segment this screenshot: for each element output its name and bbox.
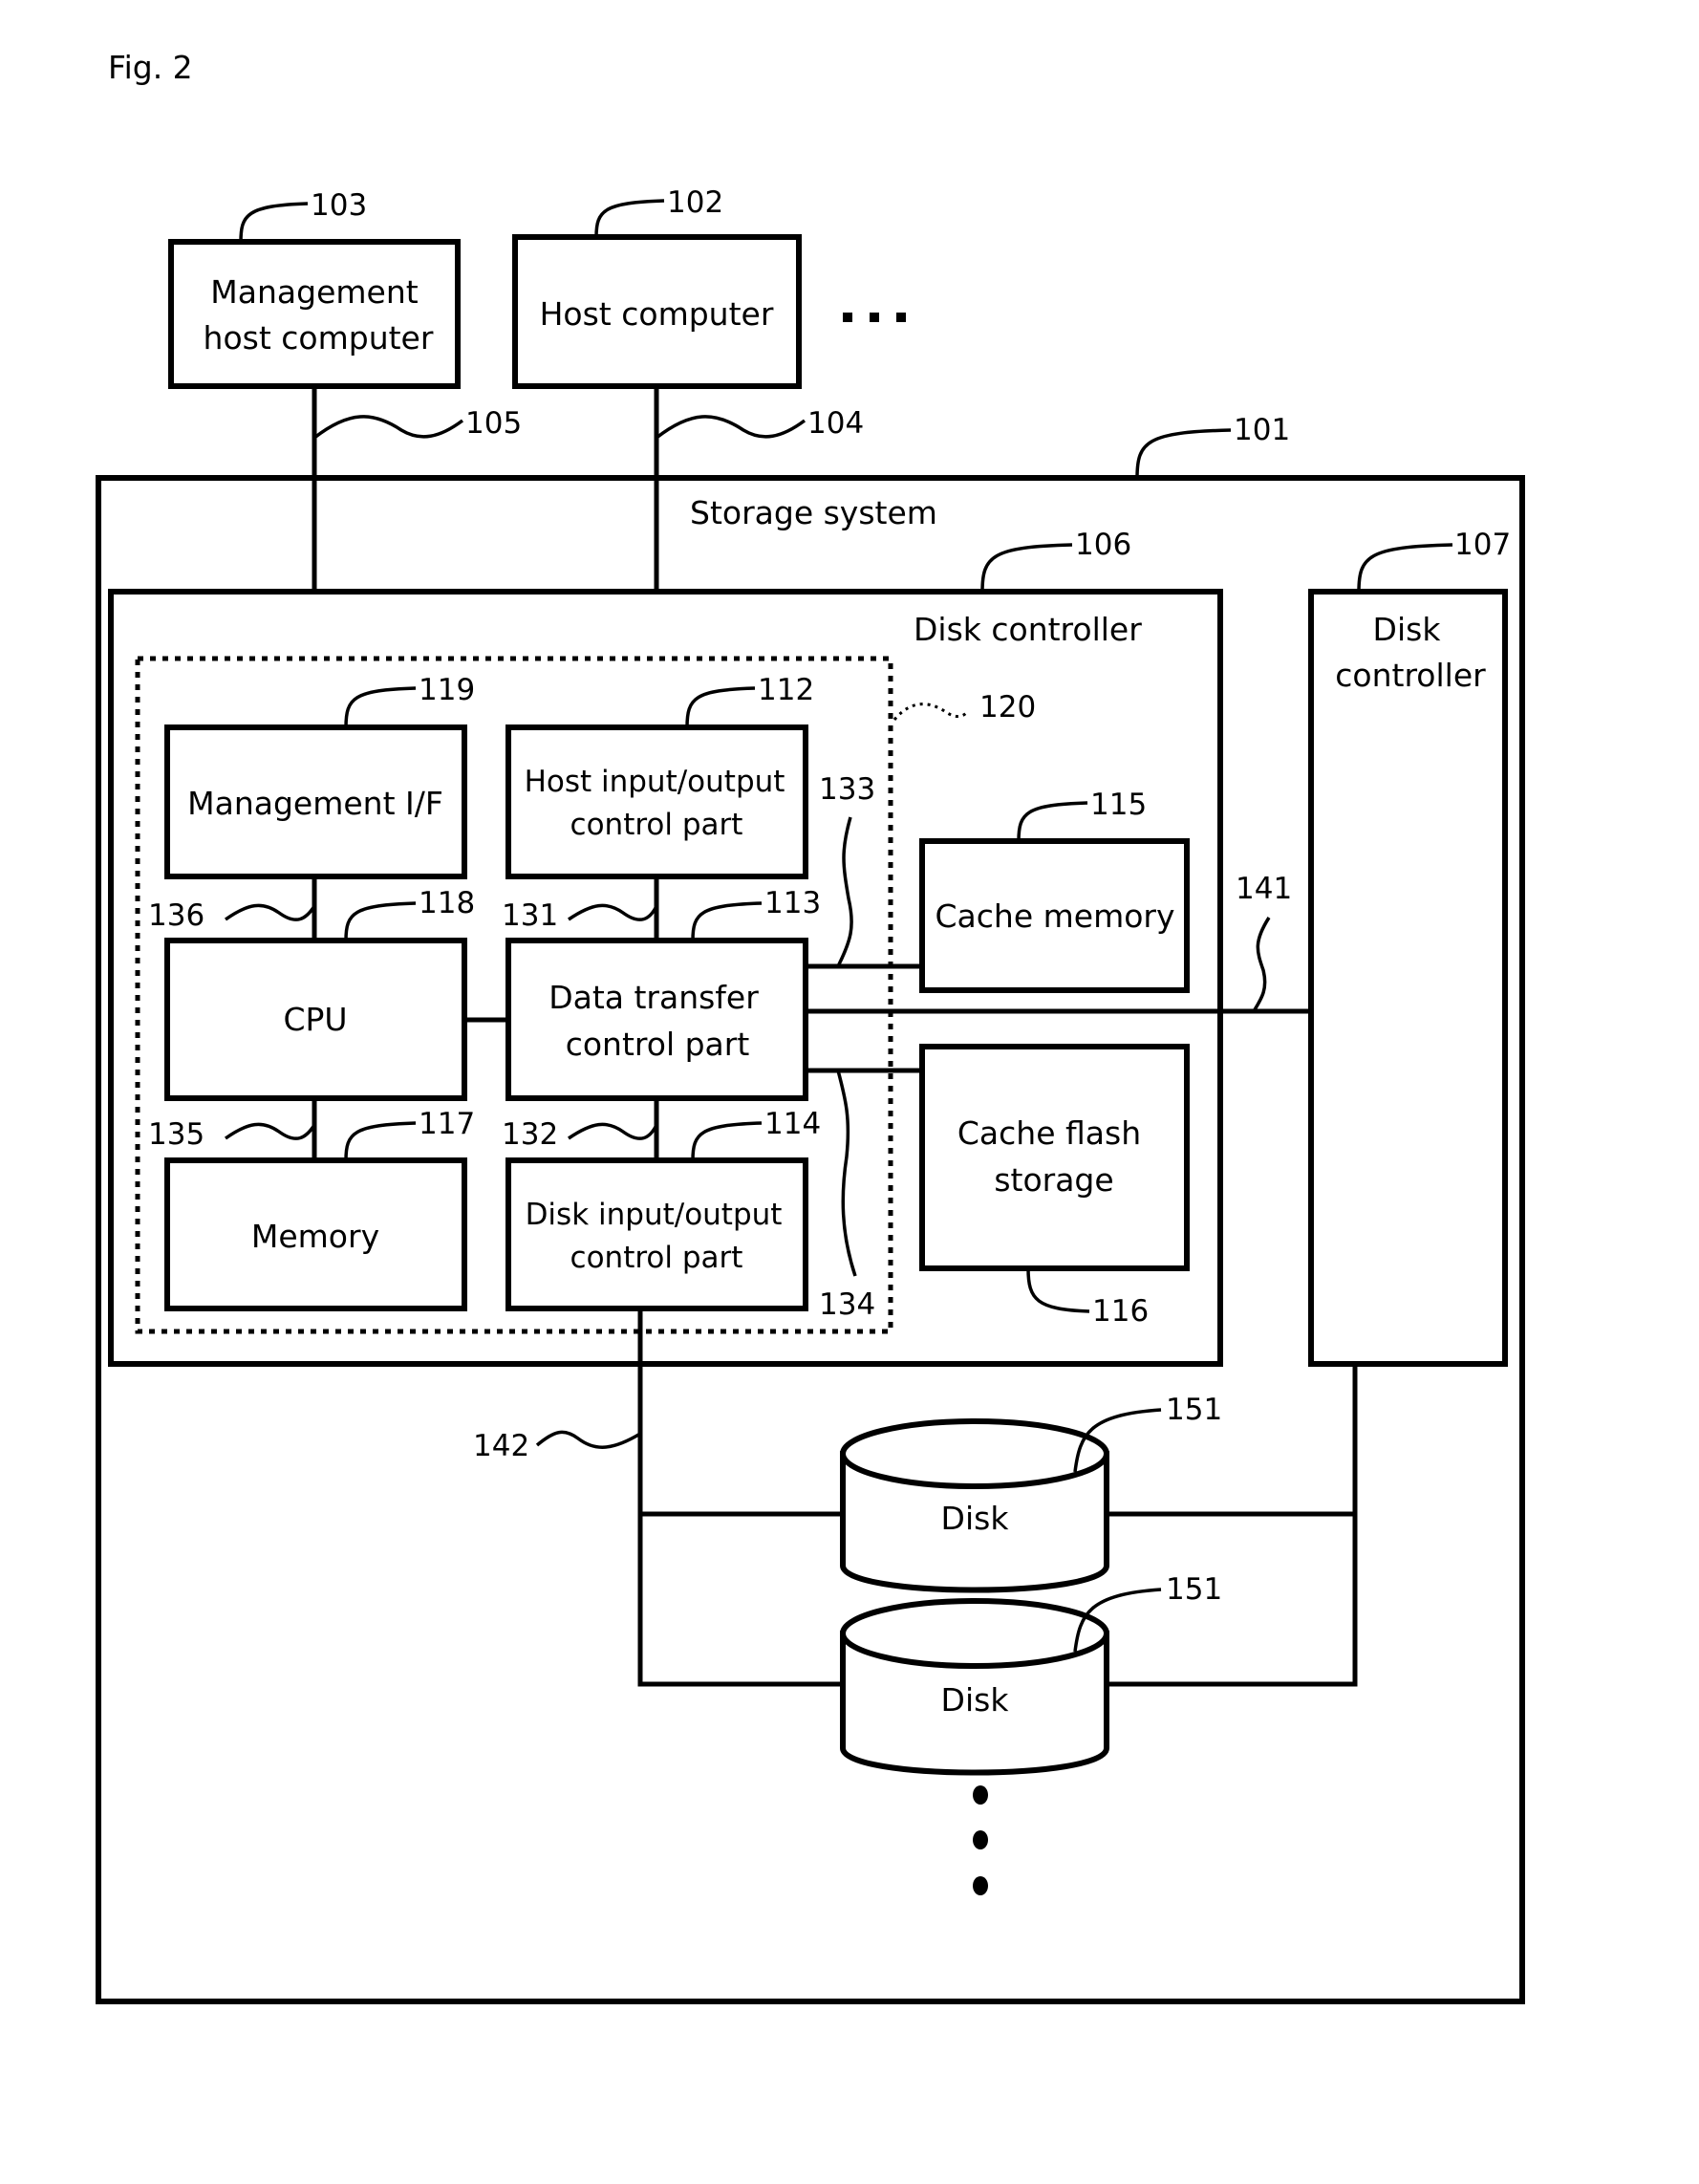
ref-105: 105 [465, 406, 522, 441]
ref-113: 113 [764, 886, 821, 920]
disk-2-label: Disk [941, 1681, 1010, 1719]
management-host-computer: Management host computer [168, 239, 461, 389]
disk-1: Disk [840, 1418, 1109, 1593]
leader-101 [1135, 428, 1232, 479]
data-transfer-label-1: Data transfer [548, 979, 759, 1016]
ref-136: 136 [148, 898, 204, 933]
management-host-label-2: host computer [204, 319, 434, 357]
disk-io-label-1: Disk input/output [526, 1198, 783, 1232]
ref-133: 133 [819, 772, 875, 807]
memory: Memory [164, 1157, 467, 1311]
ref-141: 141 [1236, 872, 1292, 906]
cache-memory: Cache memory [919, 838, 1190, 993]
disk-controller-107-label-2: controller [1335, 657, 1486, 694]
leader-104 [655, 415, 806, 440]
ref-151-b: 151 [1166, 1572, 1222, 1607]
disk-1-label: Disk [941, 1500, 1010, 1537]
host-io-label-2: control part [570, 808, 743, 842]
disk-controller-106-label: Disk controller [914, 611, 1142, 648]
host-computer: Host computer [512, 234, 802, 389]
leader-105 [312, 415, 464, 440]
ref-151-a: 151 [1166, 1393, 1222, 1427]
cache-memory-label: Cache memory [936, 897, 1175, 935]
ref-120: 120 [979, 690, 1036, 724]
cache-flash-label-2: storage [994, 1161, 1113, 1199]
figure-label: Fig. 2 [108, 49, 193, 86]
memory-label: Memory [251, 1218, 379, 1255]
data-transfer-control-part: Data transfer control part [505, 938, 808, 1101]
ref-102: 102 [667, 185, 723, 220]
ref-101: 101 [1234, 413, 1290, 447]
leader-103 [239, 202, 309, 243]
ref-117: 117 [419, 1107, 475, 1141]
ref-115: 115 [1090, 788, 1147, 822]
disk-controller-107-label-1: Disk [1373, 611, 1442, 648]
ref-107: 107 [1454, 528, 1511, 562]
storage-system-diagram: Fig. 2 Management host computer 103 Host… [96, 49, 1525, 2004]
disk-io-label-2: control part [570, 1241, 743, 1275]
ref-142: 142 [473, 1429, 529, 1463]
host-computer-label: Host computer [540, 295, 774, 333]
management-host-label-1: Management [210, 273, 418, 311]
ref-118: 118 [419, 886, 475, 920]
leader-102 [594, 199, 665, 238]
cpu: CPU [164, 938, 467, 1101]
ref-112: 112 [758, 673, 814, 707]
ref-119: 119 [419, 673, 475, 707]
disk-2: Disk [840, 1598, 1109, 1776]
ref-131: 131 [502, 898, 558, 933]
ref-103: 103 [311, 188, 367, 223]
ref-135: 135 [148, 1117, 204, 1152]
host-io-label-1: Host input/output [525, 765, 785, 799]
cache-flash-label-1: Cache flash [957, 1114, 1141, 1152]
disk-controller-107 [1308, 589, 1508, 1367]
ref-116: 116 [1092, 1294, 1149, 1329]
data-transfer-label-2: control part [566, 1026, 750, 1063]
disk-io-control-part: Disk input/output control part [505, 1157, 808, 1311]
ref-114: 114 [764, 1107, 821, 1141]
ref-104: 104 [807, 406, 864, 441]
more-hosts-ellipsis [843, 313, 906, 322]
cpu-label: CPU [283, 1001, 347, 1038]
cache-flash-storage: Cache flash storage [919, 1044, 1190, 1271]
storage-system-label: Storage system [690, 494, 937, 531]
ref-134: 134 [819, 1287, 875, 1322]
host-io-control-part: Host input/output control part [505, 724, 808, 879]
ref-106: 106 [1075, 528, 1131, 562]
management-if: Management I/F [164, 724, 467, 879]
ref-132: 132 [502, 1117, 558, 1152]
management-if-label: Management I/F [187, 785, 443, 822]
